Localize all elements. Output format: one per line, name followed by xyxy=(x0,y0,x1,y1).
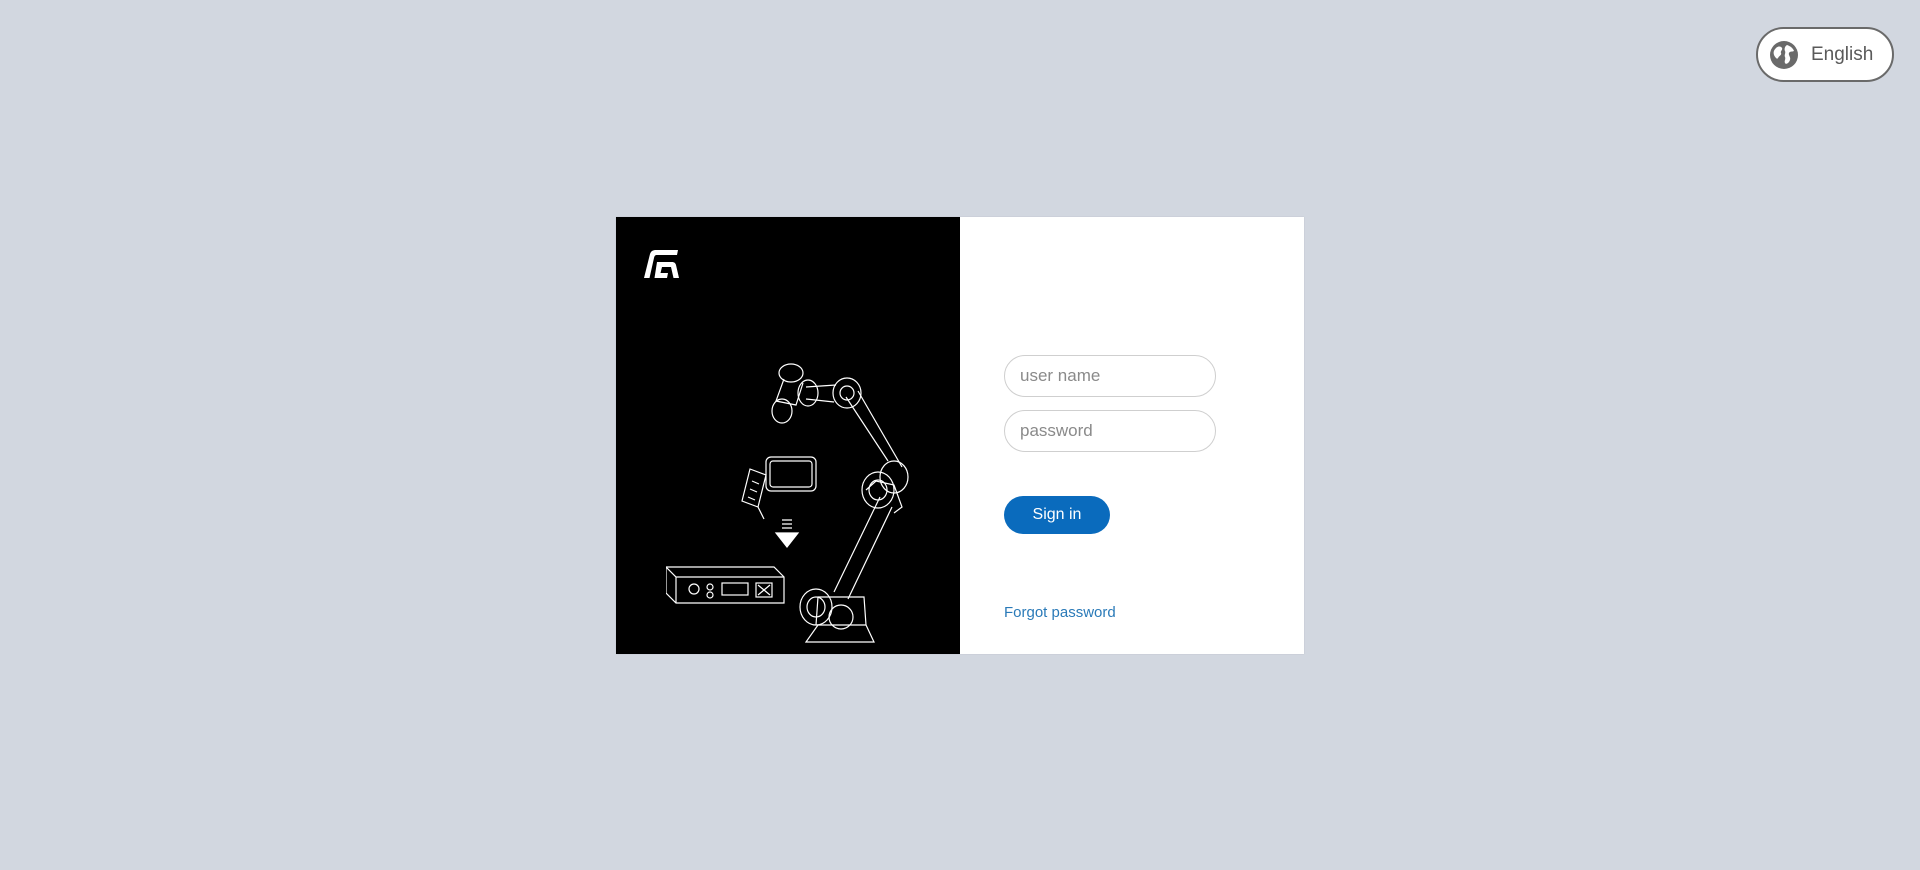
forgot-password-link[interactable]: Forgot password xyxy=(1004,604,1116,621)
brand-panel xyxy=(616,217,960,654)
globe-icon xyxy=(1769,40,1799,70)
login-card: Sign in Forgot password xyxy=(616,217,1304,654)
brand-logo-icon xyxy=(641,248,681,281)
language-selector-button[interactable]: English xyxy=(1756,27,1894,82)
login-form-panel: Sign in Forgot password xyxy=(960,217,1304,654)
password-input[interactable] xyxy=(1004,410,1216,452)
language-label: English xyxy=(1811,43,1874,65)
username-input[interactable] xyxy=(1004,355,1216,397)
robot-arm-controller-illustration xyxy=(666,363,909,643)
sign-in-button[interactable]: Sign in xyxy=(1004,496,1110,534)
